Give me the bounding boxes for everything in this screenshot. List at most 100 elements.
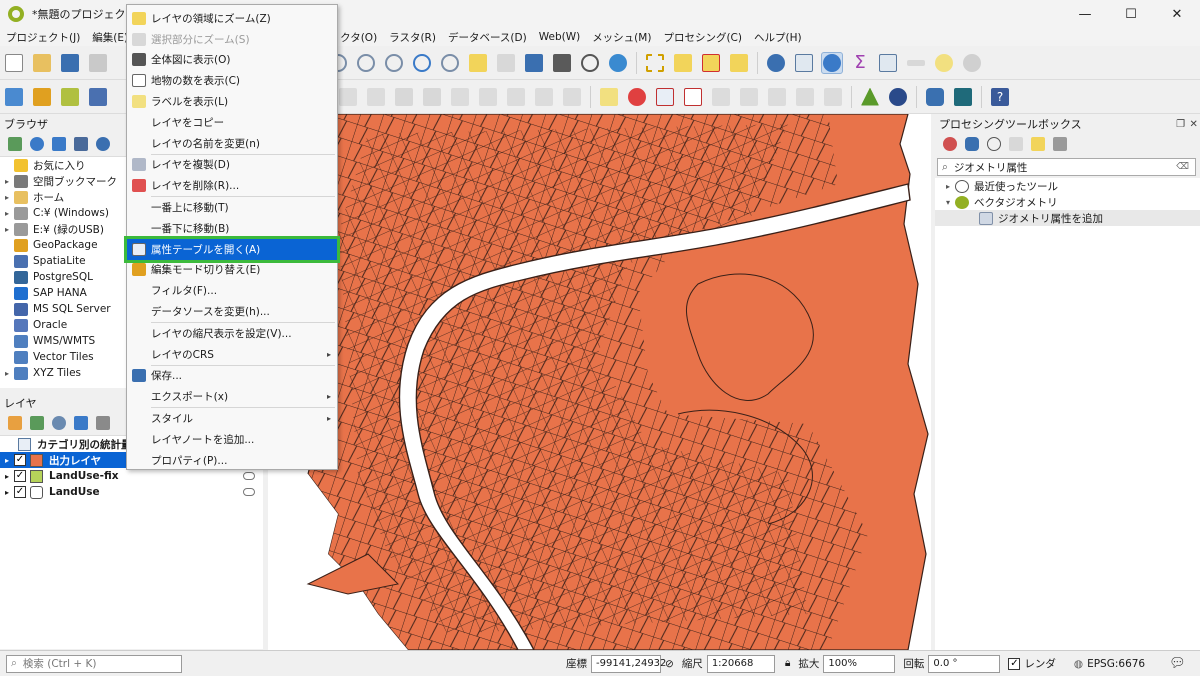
- context-menu-item[interactable]: レイヤの名前を変更(n): [127, 133, 337, 154]
- context-menu-item[interactable]: ラベルを表示(L): [127, 91, 337, 112]
- zoom-last-button[interactable]: [495, 52, 517, 74]
- open-project-button[interactable]: [31, 52, 53, 74]
- context-menu-item[interactable]: 全体図に表示(O): [127, 50, 337, 71]
- menu-vector[interactable]: クタ(O): [334, 30, 383, 45]
- paste-button[interactable]: [505, 86, 527, 108]
- magnifier-field[interactable]: 100%: [823, 654, 896, 673]
- context-menu-item[interactable]: レイヤノートを追加...: [127, 429, 337, 450]
- georeferencer-button[interactable]: [859, 86, 881, 108]
- zoom-layer-button[interactable]: [467, 52, 489, 74]
- zoom-out-button[interactable]: [355, 52, 377, 74]
- messages-icon[interactable]: 💬︎: [1169, 656, 1186, 671]
- processing-tree-item[interactable]: ▸ 最近使ったツール: [935, 178, 1200, 194]
- rotate-label-button[interactable]: [738, 86, 760, 108]
- coordinate-toggle-icon[interactable]: ⊘: [665, 658, 674, 670]
- refresh-button[interactable]: [607, 52, 629, 74]
- edit-features-icon[interactable]: [1031, 137, 1045, 151]
- clear-search-icon[interactable]: ⌫: [1176, 162, 1189, 172]
- statistics-button[interactable]: Σ: [849, 52, 871, 74]
- python-console-button[interactable]: [924, 86, 946, 108]
- float-panel-icon[interactable]: ❐: [1176, 119, 1185, 130]
- new-virtual-layer-button[interactable]: [87, 86, 109, 108]
- auxiliary-button[interactable]: [822, 86, 844, 108]
- collapse-icon[interactable]: [74, 137, 88, 151]
- maximize-button[interactable]: ☐: [1108, 0, 1154, 28]
- context-menu-item[interactable]: 属性テーブルを開く(A): [124, 235, 340, 263]
- redo-button[interactable]: [561, 86, 583, 108]
- locator-button[interactable]: [728, 52, 750, 74]
- add-layer-icon[interactable]: [8, 137, 22, 151]
- layer-indicator-icon[interactable]: [243, 488, 255, 496]
- label-properties-button[interactable]: [794, 86, 816, 108]
- new-geopackage-layer-button[interactable]: [31, 86, 53, 108]
- context-menu-item[interactable]: レイヤの縮尺表示を設定(V)...: [127, 323, 337, 344]
- context-menu-item[interactable]: フィルタ(F)...: [127, 280, 337, 301]
- plugin-cube-button[interactable]: [952, 86, 974, 108]
- vertex-tool-button[interactable]: [365, 86, 387, 108]
- context-menu-item[interactable]: レイヤを複製(D): [127, 155, 337, 176]
- history-icon[interactable]: [987, 137, 1001, 151]
- copy-button[interactable]: [477, 86, 499, 108]
- text-annotation-button[interactable]: [961, 52, 983, 74]
- edit-table-button[interactable]: [393, 86, 415, 108]
- menu-database[interactable]: データベース(D): [442, 30, 533, 45]
- expand-arrow-icon[interactable]: ▸: [941, 182, 955, 191]
- menu-mesh[interactable]: メッシュ(M): [586, 30, 657, 45]
- menu-raster[interactable]: ラスタ(R): [383, 30, 442, 45]
- context-menu-item[interactable]: エクスポート(x) ▸: [127, 386, 337, 407]
- context-menu-item[interactable]: 地物の数を表示(C): [127, 70, 337, 91]
- menu-web[interactable]: Web(W): [533, 31, 586, 43]
- label-toolbar-button[interactable]: [598, 86, 620, 108]
- scale-field[interactable]: 1:20668: [706, 654, 775, 673]
- layer-indicator-icon[interactable]: [243, 472, 255, 480]
- expand-arrow-icon[interactable]: ▾: [941, 198, 955, 207]
- eye-icon[interactable]: [52, 416, 66, 430]
- lock-icon[interactable]: 🔒︎: [785, 657, 791, 670]
- undo-button[interactable]: [533, 86, 555, 108]
- menu-project[interactable]: プロジェクト(J): [0, 30, 86, 45]
- expand-arrow-icon[interactable]: ▸: [0, 193, 14, 202]
- rotation-field[interactable]: 0.0 °: [928, 654, 1001, 673]
- menu-help[interactable]: ヘルプ(H): [748, 30, 808, 45]
- style-manager-icon[interactable]: [8, 416, 22, 430]
- save-project-button[interactable]: [59, 52, 81, 74]
- layer-item[interactable]: ▸ ✓ LandUse: [0, 484, 263, 500]
- layer-visibility-checkbox[interactable]: ✓: [14, 470, 26, 482]
- processing-tree-item[interactable]: ジオメトリ属性を追加: [935, 210, 1200, 226]
- show-labels-button[interactable]: [682, 86, 704, 108]
- processing-tree-item[interactable]: ▾ ベクタジオメトリ: [935, 194, 1200, 210]
- layer-visibility-checkbox[interactable]: ✓: [14, 454, 26, 466]
- expand-arrow-icon[interactable]: ▸: [0, 369, 14, 378]
- minimize-button[interactable]: —: [1062, 0, 1108, 28]
- context-menu-item[interactable]: スタイル ▸: [127, 408, 337, 429]
- delete-selected-button[interactable]: [421, 86, 443, 108]
- diagram-button[interactable]: [626, 86, 648, 108]
- context-menu-item[interactable]: 編集モード切り替え(E): [127, 260, 337, 281]
- map-canvas[interactable]: [268, 114, 931, 650]
- expression-filter-icon[interactable]: [96, 416, 110, 430]
- processing-toolbox-button[interactable]: [821, 51, 843, 74]
- filter-icon[interactable]: [52, 137, 66, 151]
- models-icon[interactable]: [943, 137, 957, 151]
- expand-arrow-icon[interactable]: ▸: [0, 456, 14, 465]
- layer-visibility-checkbox[interactable]: ✓: [14, 486, 26, 498]
- zoom-native-button[interactable]: [383, 52, 405, 74]
- data-source-manager-button[interactable]: [3, 86, 25, 108]
- expand-arrow-icon[interactable]: ▸: [0, 488, 14, 497]
- context-menu-item[interactable]: 一番上に移動(T): [127, 197, 337, 218]
- measure-button[interactable]: [905, 52, 927, 74]
- zoom-selection-button[interactable]: [439, 52, 461, 74]
- context-menu-item[interactable]: 保存...: [127, 366, 337, 387]
- move-label-button[interactable]: [710, 86, 732, 108]
- render-checkbox[interactable]: ✓: [1008, 657, 1021, 670]
- context-menu-item[interactable]: レイヤを削除(R)...: [127, 175, 337, 196]
- help-button[interactable]: ?: [989, 86, 1011, 108]
- select-by-value-button[interactable]: [672, 52, 694, 74]
- close-panel-icon[interactable]: ✕: [1189, 119, 1197, 130]
- attribute-table-button[interactable]: [793, 52, 815, 74]
- expand-arrow-icon[interactable]: ▸: [0, 209, 14, 218]
- show-bookmarks-button[interactable]: [551, 52, 573, 74]
- digitize-button[interactable]: [337, 86, 359, 108]
- zoom-full-button[interactable]: [411, 52, 433, 74]
- crs-button[interactable]: EPSG:6676: [1087, 658, 1145, 670]
